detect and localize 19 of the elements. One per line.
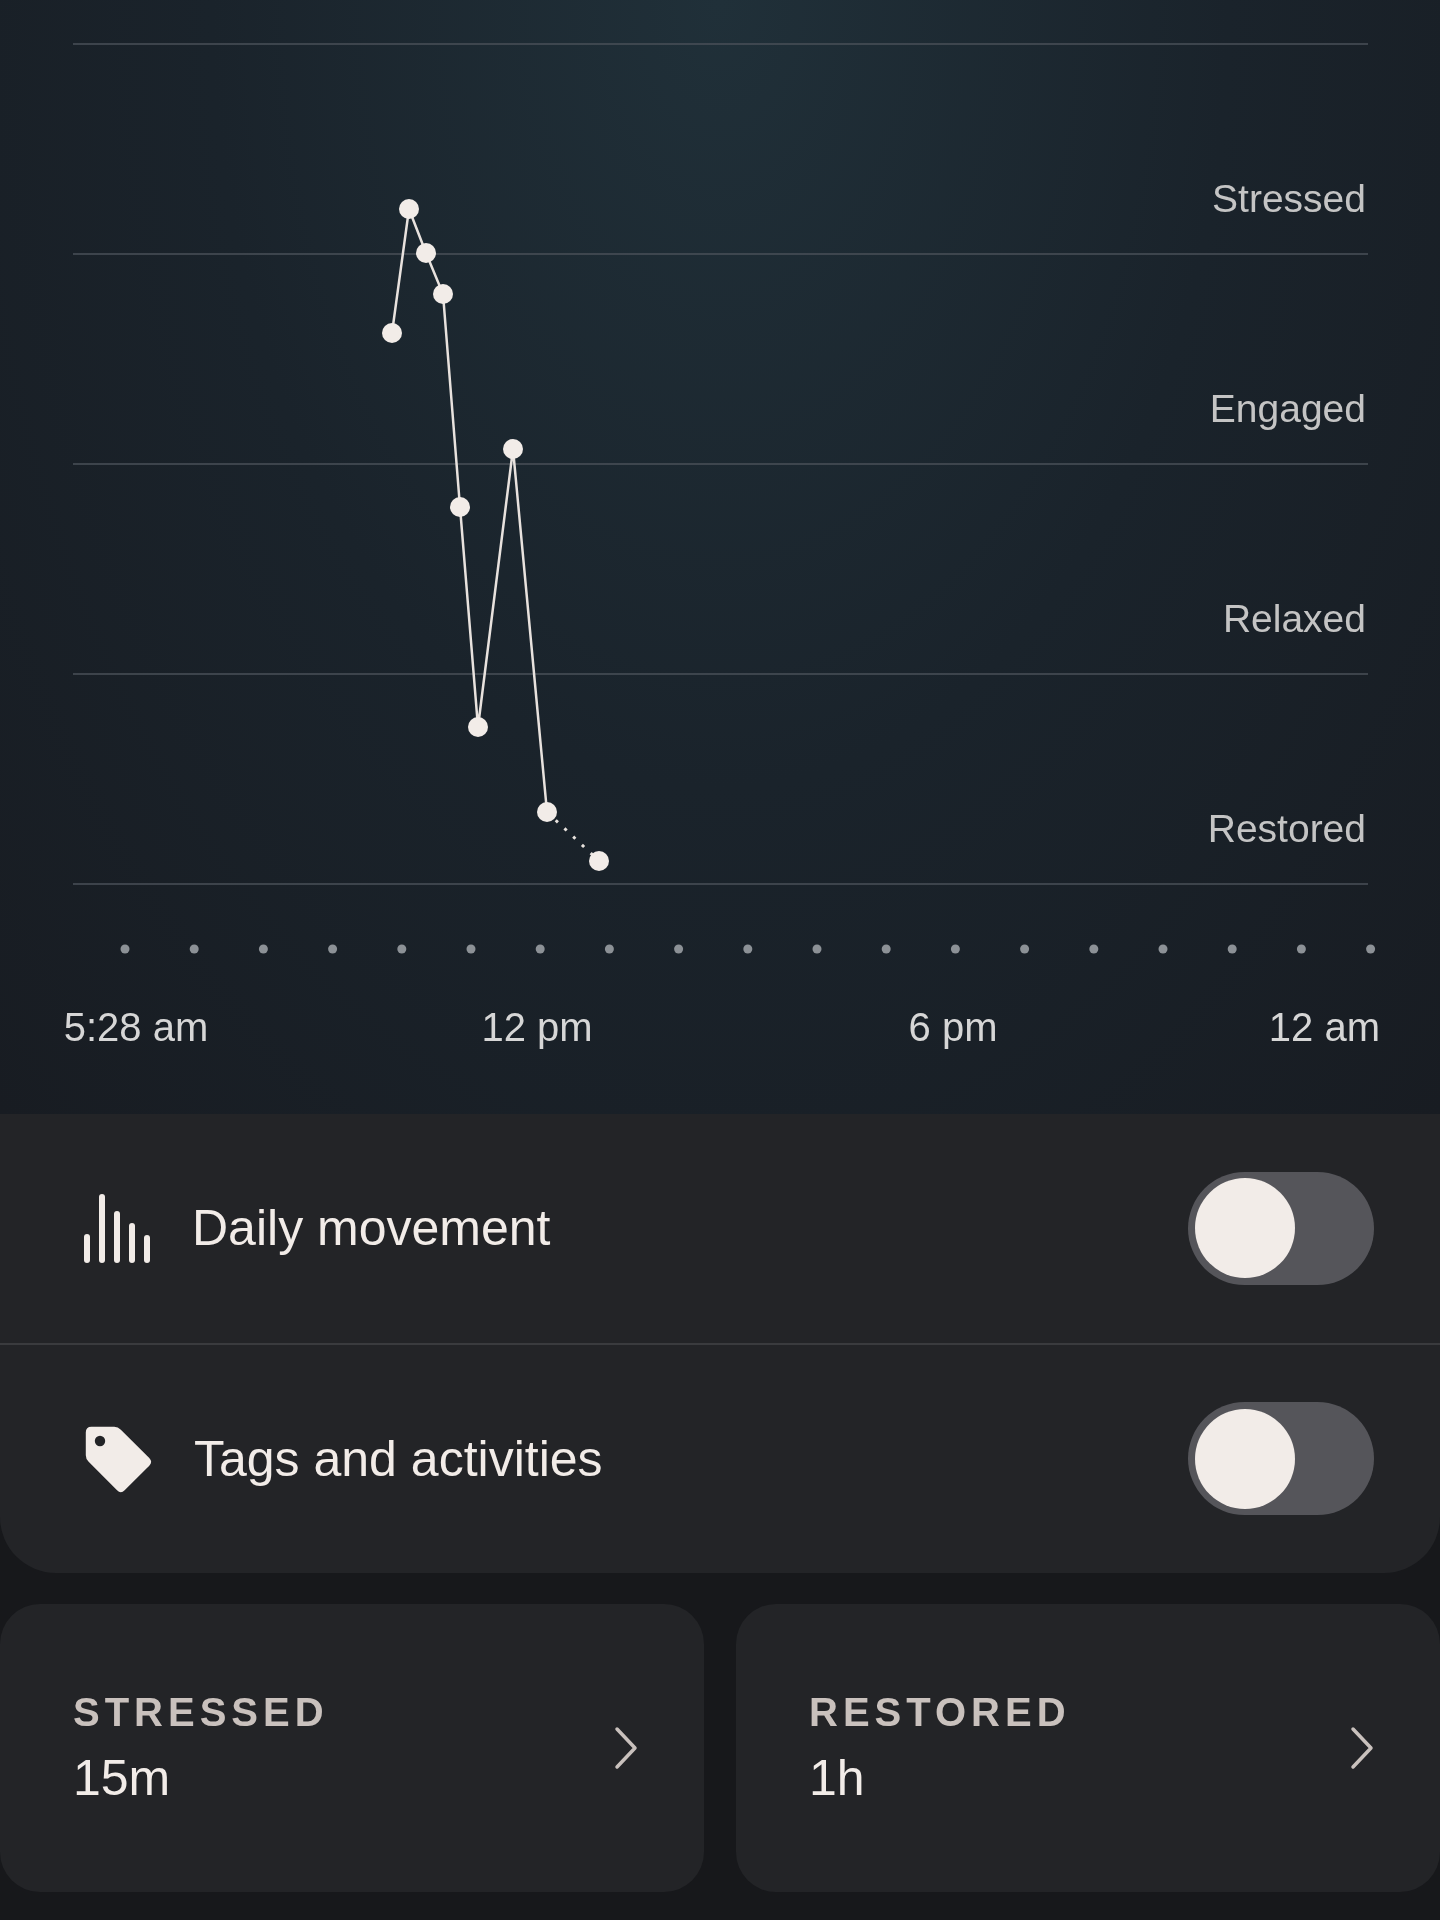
chevron-right-icon [614, 1726, 638, 1770]
axis-label: 12 pm [481, 1005, 593, 1049]
axis-label: Stressed [1212, 177, 1366, 220]
axis-label: Restored [1207, 807, 1366, 850]
summary-value: 1h [809, 1748, 866, 1807]
toggle-label: Daily movement [192, 1199, 552, 1258]
axis-label: Relaxed [1222, 597, 1366, 640]
axis-label: Engaged [1209, 387, 1366, 430]
summary-label: STRESSED [73, 1689, 330, 1735]
axis-label: 5:28 am [63, 1005, 209, 1049]
chevron-right-icon [1350, 1726, 1374, 1770]
summary-label: RESTORED [809, 1689, 1072, 1735]
summary-value: 15m [73, 1748, 172, 1807]
toggle-label: Tags and activities [194, 1429, 604, 1488]
summary-card[interactable]: STRESSED 15m [0, 1604, 704, 1892]
axis-label: 12 am [1268, 1005, 1380, 1049]
summary-card[interactable]: RESTORED 1h [736, 1604, 1440, 1892]
axis-label: 6 pm [908, 1005, 998, 1049]
bar-chart-icon [82, 1192, 152, 1265]
